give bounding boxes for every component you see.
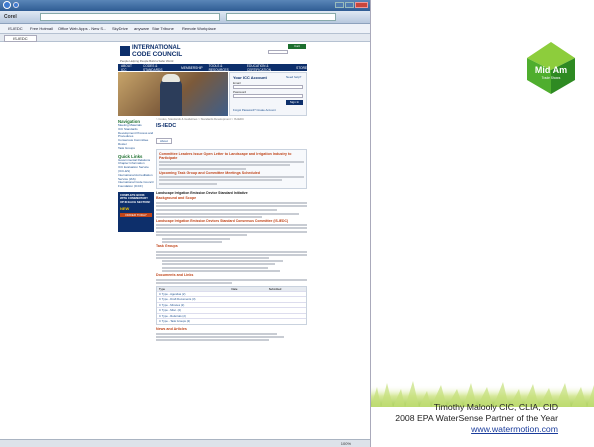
- icc-logo-line2: CODE COUNCIL: [132, 51, 183, 58]
- credit-award: 2008 EPA WaterSense Partner of the Year: [395, 413, 558, 423]
- section-meetings: Upcoming Task Group and Committee Meetin…: [159, 170, 260, 175]
- minimize-button[interactable]: [335, 2, 344, 8]
- mid-am-logo: Mid Am Trade Shows: [527, 42, 575, 94]
- tab-row: IS-IEDC: [0, 34, 370, 42]
- section-background: Background and Scope: [156, 195, 197, 200]
- table-header: Type Date Submitted: [157, 286, 306, 291]
- tab-about[interactable]: About: [156, 137, 172, 144]
- browser-tab[interactable]: IS-IEDC: [4, 35, 37, 42]
- section-documents: Documents and Links: [156, 272, 194, 277]
- address-input[interactable]: [40, 13, 220, 21]
- favorite-link[interactable]: IS-IEDC: [8, 26, 23, 31]
- page-title: IS-IEDC: [156, 122, 177, 129]
- forgot-link[interactable]: Forgot Password? Create Account: [233, 108, 276, 112]
- credit-name: Timothy Malooly CIC, CLIA, CID: [433, 402, 558, 412]
- nav-item[interactable]: Task Groups: [118, 146, 154, 151]
- favorite-link[interactable]: Free Hotmail: [30, 26, 53, 31]
- icc-logo-mark: [120, 46, 130, 56]
- worker-figure: [160, 78, 182, 116]
- promo-new-badge: NEW: [120, 206, 130, 212]
- cart-button[interactable]: Cart: [288, 44, 306, 49]
- section-news: News and Articles: [156, 326, 187, 331]
- announcement-box: Committee Leaders Issue Open Letter to L…: [156, 148, 307, 189]
- menu-store[interactable]: STORE: [296, 66, 307, 70]
- search-input[interactable]: [226, 13, 336, 21]
- left-navigation: Navigation Meeting Materials ICC Standar…: [118, 117, 154, 439]
- favorites-bar: IS-IEDC Free Hotmail Office Web Apps - N…: [0, 24, 370, 34]
- promo-order-button[interactable]: ORDER TODAY: [120, 213, 152, 218]
- slide-credit: Timothy Malooly CIC, CLIA, CID 2008 EPA …: [371, 402, 594, 435]
- col-date: Date: [231, 286, 238, 291]
- logo-subtext: Trade Shows: [542, 76, 561, 80]
- menu-about[interactable]: ABOUT ICC: [121, 64, 137, 72]
- web-page: INTERNATIONAL CODE COUNCIL People Helpin…: [0, 42, 370, 439]
- favorite-link[interactable]: Office Web Apps - New S...: [58, 26, 106, 31]
- favorite-link[interactable]: anyware: [134, 26, 149, 31]
- breadcrumb: > Codes, Standards & Guidelines > Standa…: [156, 117, 245, 121]
- section-open-letter: Committee Leaders Issue Open Letter to L…: [159, 151, 292, 160]
- maximize-button[interactable]: [345, 2, 354, 8]
- section-committee: Landscape Irrigation Emission Devices St…: [156, 219, 289, 224]
- site-tagline: People Helping People Build a Safer Worl…: [120, 59, 174, 63]
- login-panel: Your ICC Account Need help? Email Passwo…: [229, 72, 307, 116]
- menu-tools[interactable]: TOOLS & RESOURCES: [209, 64, 241, 72]
- browser-screenshot: Corel IS-IEDC Free Hotmail Office Web Ap…: [0, 0, 371, 447]
- login-title: Your ICC Account: [233, 75, 267, 80]
- app-logo: Corel: [4, 14, 17, 20]
- favorite-link[interactable]: Remote Workplace: [182, 26, 216, 31]
- credit-url-link[interactable]: www.watermotion.com: [471, 424, 558, 434]
- favorite-link[interactable]: SkyDrive: [112, 26, 128, 31]
- main-menu: ABOUT ICC CODES & STANDARDS MEMBERSHIP T…: [118, 64, 307, 72]
- section-task-groups: Task Groups: [156, 244, 178, 249]
- col-type: Type: [159, 286, 166, 291]
- col-submitted: Submitted: [268, 286, 282, 291]
- browser-titlebar: [0, 0, 370, 11]
- login-help[interactable]: Need help?: [286, 75, 301, 79]
- password-field[interactable]: [233, 94, 303, 98]
- hero-image: [118, 72, 228, 116]
- menu-membership[interactable]: MEMBERSHIP: [181, 66, 202, 70]
- logo-text: Mid Am: [535, 65, 567, 75]
- header-search[interactable]: [268, 50, 288, 54]
- sign-in-button[interactable]: Sign In: [286, 100, 303, 105]
- status-bar: 100%: [0, 439, 370, 447]
- close-button[interactable]: [355, 2, 368, 8]
- documents-table: Type Date Submitted C Type - Agendas (2)…: [156, 285, 307, 325]
- promo-text: COMPLETE BOOK WITH COMMENTARY UP IN EACH…: [120, 192, 151, 204]
- email-field[interactable]: [233, 85, 303, 89]
- address-bar-row: Corel: [0, 11, 370, 24]
- menu-education[interactable]: EDUCATION & CERTIFICATION: [247, 64, 290, 72]
- quick-link[interactable]: International Code Council Foundation (I…: [118, 181, 154, 189]
- menu-codes[interactable]: CODES & STANDARDS: [143, 64, 175, 72]
- favorite-link[interactable]: Star Tribune: [152, 26, 174, 31]
- back-button[interactable]: [3, 1, 11, 9]
- promo-banner[interactable]: COMPLETE BOOK WITH COMMENTARY UP IN EACH…: [118, 191, 154, 232]
- worker-helmet: [162, 74, 180, 82]
- table-row[interactable]: C Type - Task Groups (2): [157, 318, 306, 324]
- zoom-level[interactable]: 100%: [341, 441, 351, 446]
- main-content: > Codes, Standards & Guidelines > Standa…: [156, 117, 307, 439]
- forward-button[interactable]: [13, 2, 19, 8]
- presentation-slide: Corel IS-IEDC Free Hotmail Office Web Ap…: [0, 0, 594, 447]
